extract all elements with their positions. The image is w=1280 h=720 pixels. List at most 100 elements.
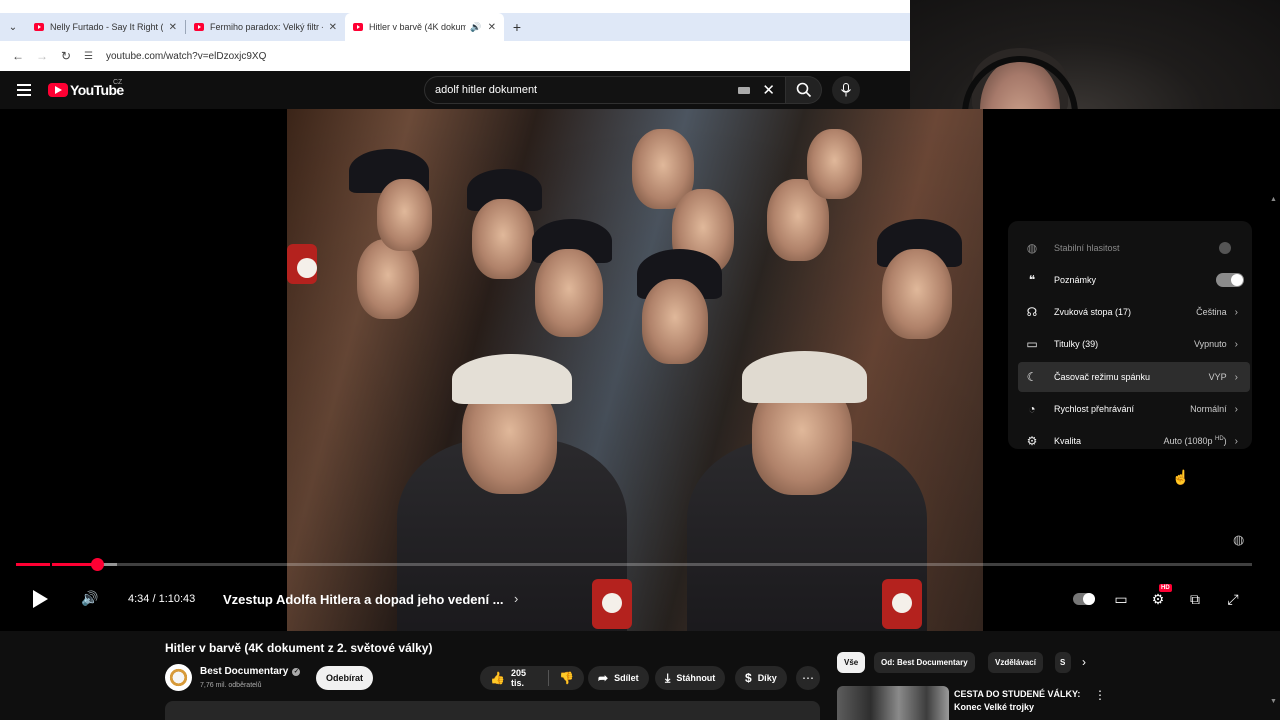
sleep-timer-icon: ☾ <box>1026 370 1038 384</box>
search-box[interactable]: ✕ <box>424 76 786 104</box>
settings-row[interactable]: ▭ Titulky (39) Vypnuto › <box>1018 329 1250 359</box>
download-button[interactable]: ⤓ Stáhnout <box>655 666 726 690</box>
more-vertical-icon[interactable]: ⋮ <box>1094 688 1106 702</box>
download-label: Stáhnout <box>676 673 716 683</box>
description-box[interactable] <box>165 701 820 720</box>
search-button[interactable] <box>786 76 822 104</box>
subtitles-button[interactable]: ▭ <box>1110 589 1132 609</box>
tab-title: Nelly Furtado - Say It Right (DA <box>50 22 163 32</box>
chip-partial[interactable]: S <box>1055 652 1071 673</box>
crowd-face <box>642 279 708 364</box>
channel-name-row[interactable]: Best Documentary ✓ <box>200 666 301 677</box>
settings-toggle[interactable] <box>1218 241 1232 255</box>
recommendation-thumbnail[interactable] <box>837 686 949 720</box>
share-icon: ➦ <box>598 671 609 685</box>
autoplay-toggle[interactable] <box>1073 593 1095 605</box>
tab-close-icon[interactable]: ✕ <box>169 22 177 33</box>
progress-scrubber[interactable] <box>91 558 105 571</box>
settings-label: Časovač režimu spánku <box>1054 372 1151 382</box>
settings-value: Normální <box>1190 404 1227 414</box>
chapter-title[interactable]: Vzestup Adolfa Hitlera a dopad jeho vede… <box>223 592 504 607</box>
video-title: Hitler v barvě (4K dokument z 2. světové… <box>165 641 433 655</box>
scroll-down-arrow-icon[interactable]: ▼ <box>1270 698 1277 705</box>
youtube-play-logo-icon <box>48 83 68 97</box>
settings-row[interactable]: ☾ Časovač režimu spánku VYP › <box>1018 362 1250 392</box>
region-code: CZ <box>113 79 123 86</box>
chip-educational[interactable]: Vzdělávací <box>988 652 1043 673</box>
download-icon: ⤓ <box>665 670 671 685</box>
recommendation-title[interactable]: CESTA DO STUDENÉ VÁLKY: Konec Velké troj… <box>954 688 1088 714</box>
play-button[interactable] <box>30 588 50 610</box>
forward-arrow-icon[interactable]: → <box>30 49 54 63</box>
chevron-right-icon: › <box>1234 306 1238 318</box>
url-text[interactable]: youtube.com/watch?v=elDzoxjc9XQ <box>106 51 266 62</box>
url-field[interactable]: ☰ youtube.com/watch?v=elDzoxjc9XQ <box>84 45 910 67</box>
browser-tab[interactable]: Nelly Furtado - Say It Right (DA ✕ <box>26 13 185 41</box>
settings-value: VYP <box>1209 372 1227 382</box>
settings-row[interactable]: ◔ Rychlost přehrávání Normální › <box>1018 394 1250 424</box>
armband <box>287 244 317 284</box>
dislike-button[interactable]: 👎 <box>549 666 584 690</box>
tab-close-icon[interactable]: ✕ <box>329 22 337 33</box>
settings-row[interactable]: ◍ Stabilní hlasitost <box>1018 233 1250 263</box>
like-dislike-group: 👍 205 tis. 👎 <box>480 666 584 690</box>
browser-tab-active[interactable]: Hitler v barvě (4K dokumen 🔊 ✕ <box>345 13 504 41</box>
share-button[interactable]: ➦ Sdílet <box>588 666 649 690</box>
chip-from-channel[interactable]: Od: Best Documentary <box>874 652 975 673</box>
site-info-icon[interactable]: ☰ <box>84 51 102 62</box>
settings-menu: ◍ Stabilní hlasitost ❝ Poznámky ☊ Zvuková sto… <box>1008 221 1252 449</box>
tab-audio-icon[interactable]: 🔊 <box>470 22 481 33</box>
settings-value: Čeština <box>1196 307 1227 317</box>
settings-toggle[interactable] <box>1216 273 1244 287</box>
channel-avatar[interactable] <box>165 664 192 691</box>
chip-all[interactable]: Vše <box>837 652 866 673</box>
tab-search-button[interactable]: ⌄ <box>0 13 26 41</box>
progress-bar[interactable] <box>16 558 1252 571</box>
video-frame[interactable] <box>287 109 983 631</box>
thumbs-down-icon: 👎 <box>559 671 574 685</box>
scroll-up-arrow-icon[interactable]: ▲ <box>1270 196 1277 203</box>
toggle-knob <box>1219 242 1231 254</box>
thanks-icon: $ <box>745 671 752 685</box>
chevron-right-icon[interactable]: › <box>514 591 518 606</box>
settings-row[interactable]: ☊ Zvuková stopa (17) Čeština › <box>1018 297 1250 327</box>
clear-search-icon[interactable]: ✕ <box>762 81 775 99</box>
keyboard-icon[interactable] <box>738 86 751 94</box>
subscriber-count: 7,76 mil. odběratelů <box>200 682 262 689</box>
like-button[interactable]: 👍 205 tis. <box>480 666 548 690</box>
mouse-pointer-icon: ☝ <box>1172 469 1190 485</box>
settings-row[interactable]: ⚙ Kvalita Auto (1080p HD) › <box>1018 426 1250 456</box>
reload-icon[interactable]: ↻ <box>54 49 78 63</box>
settings-label: Poznámky <box>1054 275 1097 285</box>
browser-tab[interactable]: Fermiho paradox: Velký filtr - Yo ✕ <box>186 13 345 41</box>
youtube-header: YouTube CZ ✕ <box>0 71 910 109</box>
hd-badge: HD <box>1159 584 1172 592</box>
subscribe-button[interactable]: Odebírat <box>316 666 373 690</box>
thanks-button[interactable]: $ Díky <box>735 666 787 690</box>
more-actions-button[interactable]: ⋯ <box>796 666 820 690</box>
youtube-logo[interactable]: YouTube CZ <box>48 79 124 98</box>
new-tab-button[interactable]: + <box>504 19 530 35</box>
youtube-favicon-icon <box>194 23 204 31</box>
settings-row[interactable]: ❝ Poznámky <box>1018 265 1250 295</box>
fullscreen-button[interactable]: ⤢ <box>1222 589 1244 609</box>
settings-label: Zvuková stopa (17) <box>1054 307 1132 317</box>
settings-button[interactable]: ⚙ <box>1147 589 1169 609</box>
hamburger-menu-icon[interactable] <box>17 84 31 96</box>
back-arrow-icon[interactable]: ← <box>6 49 30 63</box>
settings-value-text: Normální <box>1190 404 1227 414</box>
more-horizontal-icon: ⋯ <box>802 671 814 685</box>
tab-bar: ⌄ Nelly Furtado - Say It Right (DA ✕ Fer… <box>0 13 910 41</box>
chevron-right-icon[interactable]: › <box>1082 655 1086 669</box>
voice-search-button[interactable] <box>832 76 860 104</box>
annotations-icon: ❝ <box>1028 273 1036 287</box>
tab-close-icon[interactable]: ✕ <box>488 22 496 33</box>
volume-icon[interactable]: 🔊 <box>81 590 98 607</box>
settings-label: Kvalita <box>1054 436 1082 446</box>
channel-name[interactable]: Best Documentary <box>200 666 288 677</box>
youtube-favicon-icon <box>353 23 363 31</box>
subtitles-icon: ▭ <box>1114 590 1128 607</box>
settings-value-text: Vypnuto <box>1193 339 1227 349</box>
search-input[interactable] <box>435 84 739 96</box>
miniplayer-button[interactable]: ⧉ <box>1184 589 1206 609</box>
